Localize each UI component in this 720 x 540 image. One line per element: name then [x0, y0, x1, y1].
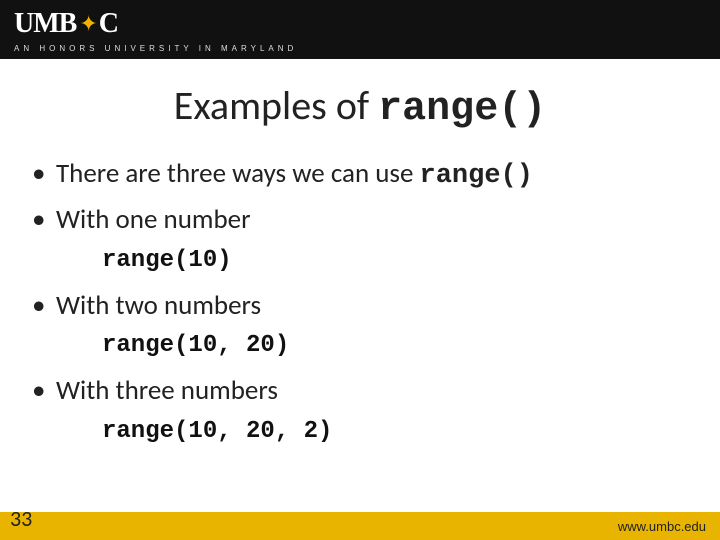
bullet-one: With one number	[56, 204, 684, 236]
bullet-list-examples: With one number	[56, 204, 684, 236]
code-two: range(10, 20)	[102, 332, 720, 359]
bullet-list-examples-2: With two numbers	[56, 290, 684, 322]
header-bar: UMB ✦ C AN HONORS UNIVERSITY IN MARYLAND	[0, 0, 720, 59]
bullet-intro-code: range()	[420, 161, 533, 191]
bullet-two: With two numbers	[56, 290, 684, 322]
slide-title: Examples of range()	[0, 81, 720, 132]
footer-bar: www.umbc.edu	[0, 512, 720, 540]
logo-text-left: UMB	[14, 8, 76, 40]
page-number: 33	[10, 505, 32, 532]
bullet-intro-text: There are three ways we can use	[56, 157, 420, 190]
tagline: AN HONORS UNIVERSITY IN MARYLAND	[14, 44, 706, 53]
bullet-intro: There are three ways we can use range()	[56, 158, 684, 192]
bullet-list-examples-3: With three numbers	[56, 375, 684, 407]
slide: UMB ✦ C AN HONORS UNIVERSITY IN MARYLAND…	[0, 0, 720, 540]
title-prefix: Examples of	[174, 81, 378, 130]
logo-text-right: C	[99, 8, 118, 40]
footer-url: www.umbc.edu	[618, 519, 706, 534]
logo: UMB ✦ C	[14, 8, 706, 40]
bullet-list: There are three ways we can use range()	[56, 158, 684, 192]
code-one: range(10)	[102, 247, 720, 274]
bullet-three: With three numbers	[56, 375, 684, 407]
code-three: range(10, 20, 2)	[102, 418, 720, 445]
title-code: range()	[378, 87, 546, 132]
torch-icon: ✦	[79, 10, 97, 37]
